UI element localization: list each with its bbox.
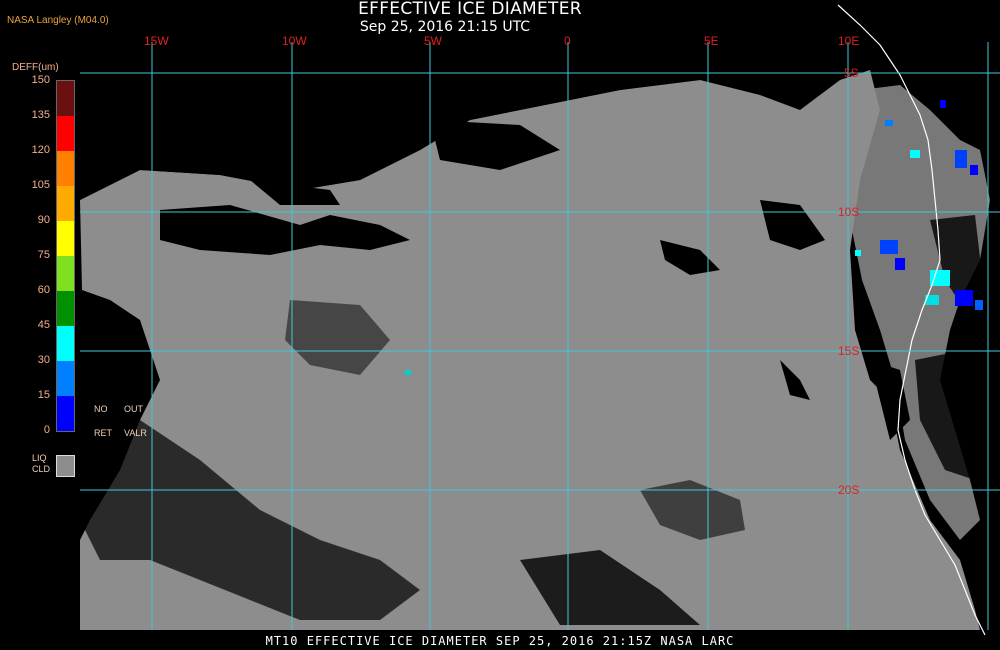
legend-color-4 <box>57 221 74 256</box>
lat-label: 5S <box>844 66 859 80</box>
lat-label: 15S <box>838 344 860 358</box>
legend-color-2 <box>57 151 74 186</box>
legend-color-1 <box>57 116 74 151</box>
liq-cld-label-line2: CLD <box>32 464 51 474</box>
legend-color-3 <box>57 186 74 221</box>
liquid-cloud-swatch <box>56 455 75 477</box>
lon-label: 10W <box>282 34 307 48</box>
lon-label: 5W <box>424 34 442 48</box>
data-source: NASA Langley (M04.0) <box>7 15 109 26</box>
footer-caption: MT10 EFFECTIVE ICE DIAMETER SEP 25, 2016… <box>265 634 735 648</box>
legend-tick: 60 <box>37 284 50 296</box>
lon-label: 10E <box>838 34 860 48</box>
lon-label: 5E <box>704 34 719 48</box>
legend-tick: 135 <box>31 109 50 121</box>
color-scale-bar <box>56 80 75 432</box>
lat-label: 20S <box>838 483 860 497</box>
out-valr-label-line1: OUT <box>124 404 143 414</box>
legend-tick: 105 <box>31 179 50 191</box>
legend-color-5 <box>57 256 74 291</box>
out-valr-label-line2: VALR <box>124 428 147 438</box>
lon-label: 0 <box>564 34 571 48</box>
legend-color-0 <box>57 81 74 116</box>
lon-label: 15W <box>144 34 169 48</box>
liq-cld-label-line1: LIQ <box>32 453 47 463</box>
legend-tick: 30 <box>37 354 50 366</box>
legend-tick: 0 <box>43 424 50 436</box>
legend-color-8 <box>57 361 74 396</box>
no-ret-label-line1: NO <box>94 404 108 414</box>
legend-color-7 <box>57 326 74 361</box>
legend-title: DEFF(um) <box>12 62 59 73</box>
no-ret-label-line2: RET <box>94 428 112 438</box>
legend-tick: 75 <box>37 249 50 261</box>
map-title: EFFECTIVE ICE DIAMETER <box>358 0 582 19</box>
lat-label: 10S <box>838 205 860 219</box>
satellite-map <box>0 0 1000 650</box>
legend-tick: 45 <box>37 319 50 331</box>
legend-tick: 15 <box>37 389 50 401</box>
legend-tick: 120 <box>31 144 50 156</box>
legend-tick: 90 <box>37 214 50 226</box>
legend-tick: 150 <box>31 74 50 86</box>
map-timestamp: Sep 25, 2016 21:15 UTC <box>359 19 531 35</box>
legend-color-9 <box>57 396 74 431</box>
legend-color-6 <box>57 291 74 326</box>
